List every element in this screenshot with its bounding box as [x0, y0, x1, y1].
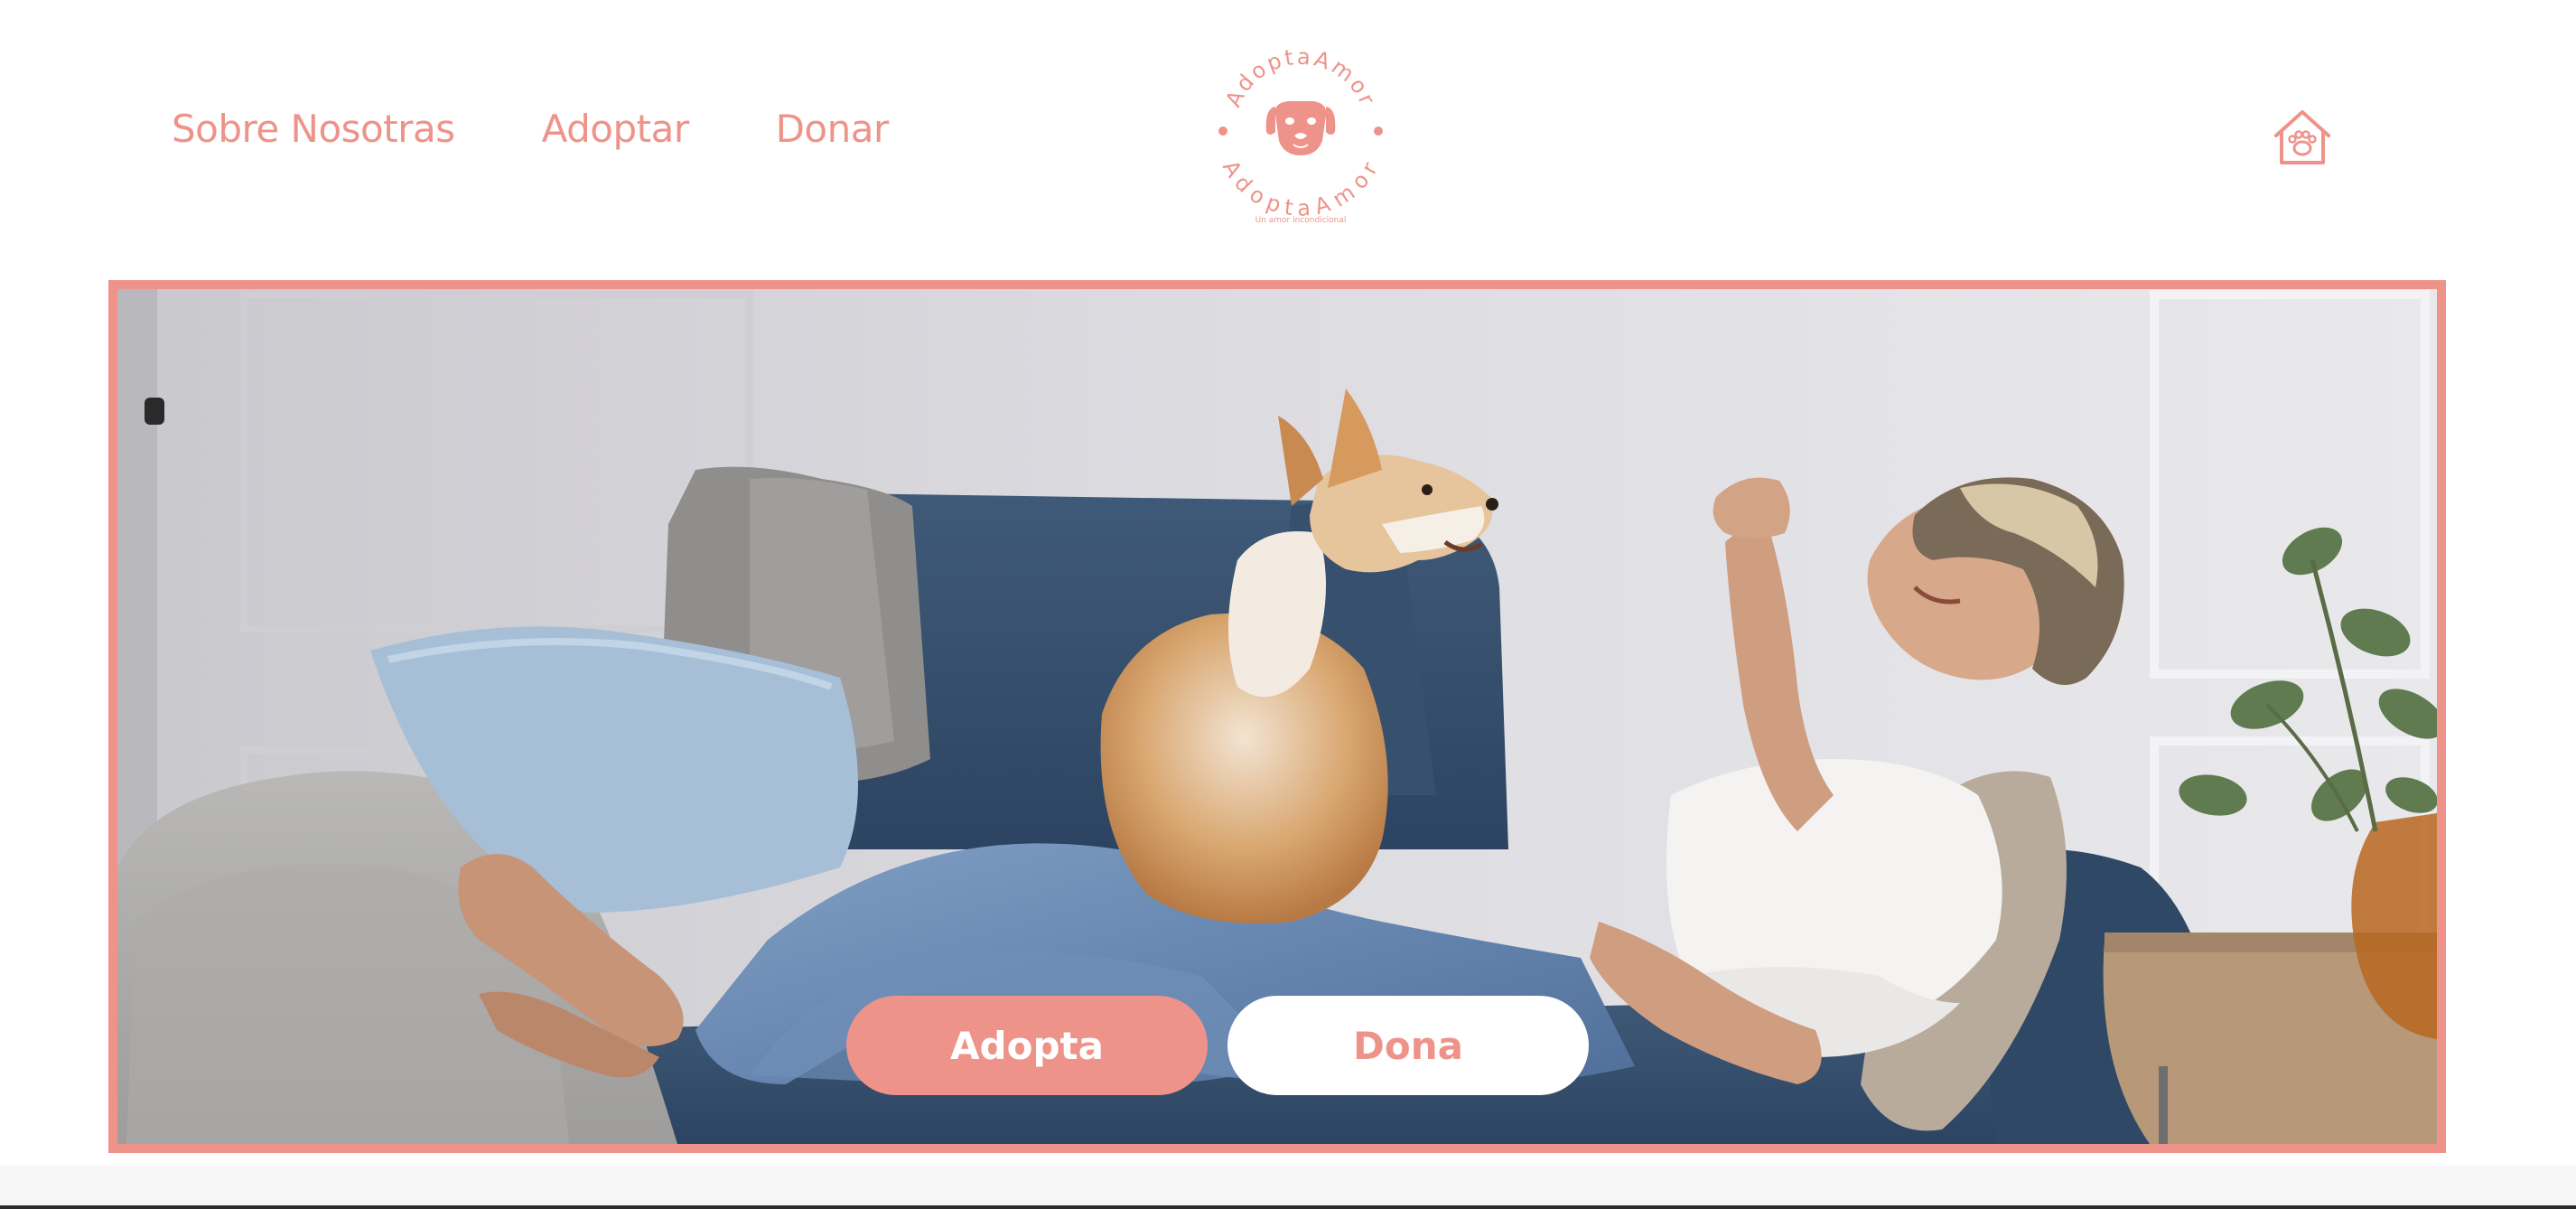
site-header: Sobre Nosotras Adoptar Donar AdoptaAmor … [0, 0, 2576, 271]
page: Sobre Nosotras Adoptar Donar AdoptaAmor … [0, 0, 2576, 1209]
logo-brand-top: AdoptaAmor [1220, 44, 1380, 111]
hero-banner: Adopta Dona [108, 280, 2446, 1153]
main-nav: Sobre Nosotras Adoptar Donar [172, 107, 889, 151]
home-paw-icon[interactable] [2271, 107, 2334, 170]
adopta-button[interactable]: Adopta [846, 996, 1208, 1095]
nav-link-sobre-nosotras[interactable]: Sobre Nosotras [172, 107, 455, 151]
brand-logo[interactable]: AdoptaAmor AdoptaAmor Un amor incondicio… [1210, 43, 1391, 233]
page-bottom-strip [0, 1166, 2576, 1209]
dona-button[interactable]: Dona [1227, 996, 1589, 1095]
nav-link-adoptar[interactable]: Adoptar [542, 107, 689, 151]
dog-face-icon [1265, 101, 1336, 155]
logo-tagline: Un amor incondicional [1255, 216, 1347, 225]
logo-brand-bottom: AdoptaAmor [1218, 156, 1384, 221]
nav-link-donar[interactable]: Donar [776, 107, 890, 151]
hero-cta-row: Adopta Dona [117, 996, 2437, 1095]
